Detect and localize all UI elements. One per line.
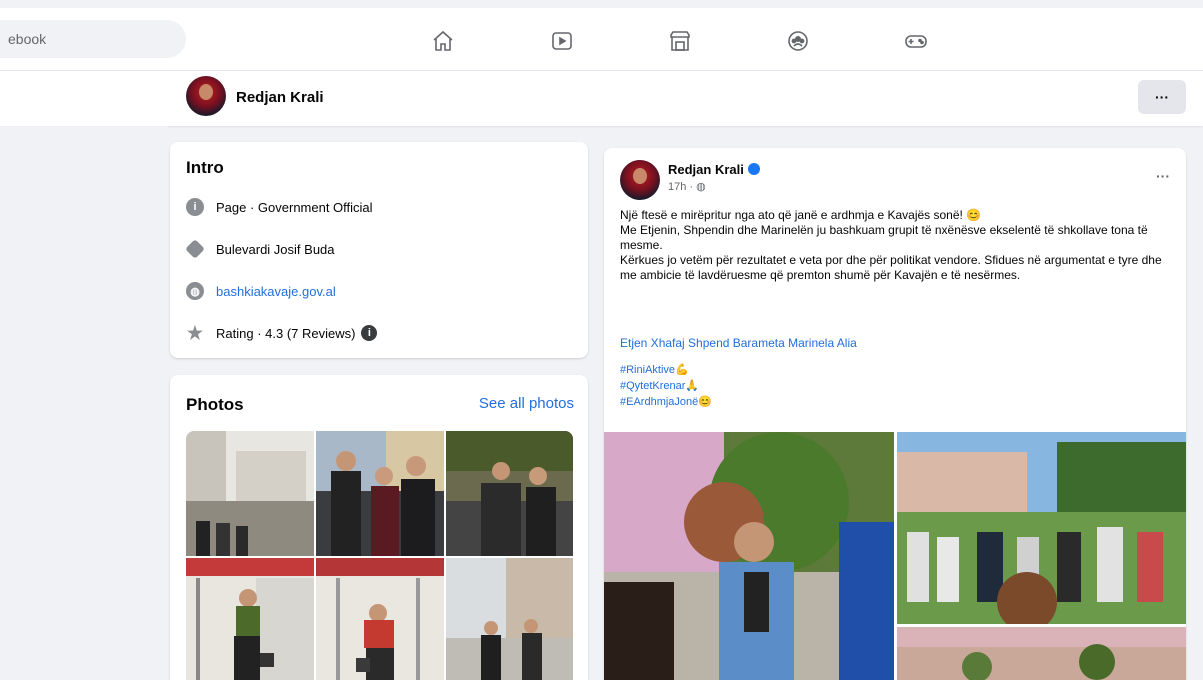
rating-text[interactable]: Rating · 4.3 (7 Reviews) xyxy=(216,326,355,341)
tagged-people-links[interactable]: Etjen Xhafaj Shpend Barameta Marinela Al… xyxy=(620,336,857,350)
intro-rating: ★ Rating · 4.3 (7 Reviews) i xyxy=(186,312,572,354)
photo-thumbnail[interactable] xyxy=(316,431,444,556)
home-icon[interactable] xyxy=(428,26,458,56)
see-all-photos-link[interactable]: See all photos xyxy=(479,395,574,412)
marketplace-icon[interactable] xyxy=(665,26,695,56)
post-line: Me Etjenin, Shpendin dhe Marinelën ju ba… xyxy=(620,223,1148,252)
location-icon xyxy=(185,239,205,259)
hashtag-link[interactable]: #RiniAktive💪 xyxy=(620,362,712,378)
photo-thumbnail[interactable] xyxy=(316,558,444,680)
post-body: Një ftesë e mirëpritur nga ato që janë e… xyxy=(620,208,1172,283)
gaming-icon[interactable] xyxy=(901,26,931,56)
profile-header-bar xyxy=(0,70,1203,126)
intro-category: i Page · Government Official xyxy=(186,186,572,228)
post-author-avatar[interactable] xyxy=(620,160,660,200)
post-more-options-button[interactable]: ··· xyxy=(1156,168,1170,184)
nav-icons xyxy=(0,26,1203,62)
post-line: Një ftesë e mirëpritur nga ato që janë e… xyxy=(620,208,982,222)
left-sidebar xyxy=(0,126,168,680)
avatar[interactable] xyxy=(186,76,226,116)
post-photo[interactable] xyxy=(897,432,1186,624)
post-line: Kërkues jo vetëm për rezultatet e veta p… xyxy=(620,253,1162,282)
intro-address: Bulevardi Josif Buda xyxy=(185,228,572,270)
hashtags: #RiniAktive💪 #QytetKrenar🙏 #EArdhmjaJonë… xyxy=(620,362,712,410)
post-author[interactable]: Redjan Krali xyxy=(668,162,760,177)
groups-icon[interactable] xyxy=(783,26,813,56)
photos-card: Photos See all photos xyxy=(170,375,588,680)
post-author-name[interactable]: Redjan Krali xyxy=(668,162,744,177)
intro-title: Intro xyxy=(186,158,224,177)
photo-thumbnail[interactable] xyxy=(186,431,314,556)
profile-name[interactable]: Redjan Krali xyxy=(236,89,324,106)
website-link[interactable]: bashkiakavaje.gov.al xyxy=(216,284,336,299)
post-timestamp[interactable]: 17h · ◍ xyxy=(668,180,706,193)
hashtag-link[interactable]: #QytetKrenar🙏 xyxy=(620,378,712,394)
more-options-button[interactable]: ··· xyxy=(1138,80,1186,114)
star-icon: ★ xyxy=(186,322,204,343)
globe-icon: ◍ xyxy=(186,282,204,300)
photo-thumbnail[interactable] xyxy=(186,558,314,680)
photos-grid xyxy=(186,431,573,680)
post-time-text[interactable]: 17h · xyxy=(668,181,696,193)
post-photo[interactable] xyxy=(604,432,894,680)
intro-website: ◍ bashkiakavaje.gov.al xyxy=(186,270,572,312)
post-card: Redjan Krali 17h · ◍ ··· Një ftesë e mir… xyxy=(604,148,1186,680)
globe-icon: ◍ xyxy=(696,181,706,193)
photos-title: Photos xyxy=(186,395,244,414)
hashtag-link[interactable]: #EArdhmjaJonë😊 xyxy=(620,394,712,410)
photo-thumbnail[interactable] xyxy=(446,431,573,556)
watch-icon[interactable] xyxy=(547,26,577,56)
rating-info-icon[interactable]: i xyxy=(361,325,378,341)
top-navigation-bar: ebook xyxy=(0,0,1203,70)
intro-category-text: Page · Government Official xyxy=(216,199,373,215)
intro-address-text: Bulevardi Josif Buda xyxy=(216,241,335,257)
post-photo[interactable] xyxy=(897,627,1186,680)
intro-card: Intro i Page · Government Official Bulev… xyxy=(170,142,588,358)
photo-thumbnail[interactable] xyxy=(446,558,573,680)
info-icon: i xyxy=(186,198,204,216)
verified-badge-icon xyxy=(747,163,760,175)
